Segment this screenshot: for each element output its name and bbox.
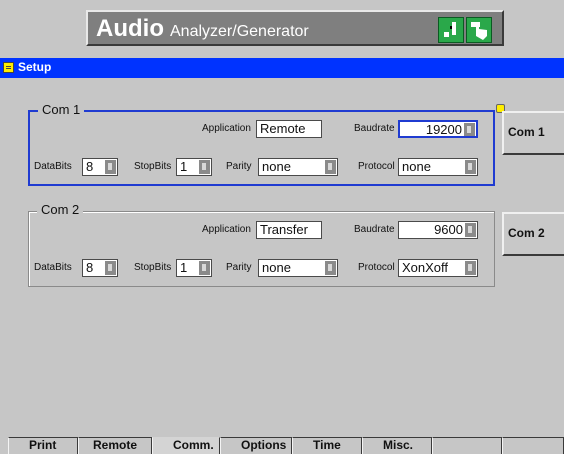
spin-icon[interactable]: [105, 160, 116, 174]
spin-icon[interactable]: [325, 160, 336, 174]
app-title-main: Audio: [96, 15, 164, 42]
com1-side-button[interactable]: Com 1: [502, 111, 564, 155]
com2-application-field[interactable]: Transfer: [256, 221, 322, 239]
com2-stopbits-value: 1: [180, 260, 188, 275]
spin-icon[interactable]: [105, 261, 116, 275]
com1-stopbits-value: 1: [180, 159, 188, 174]
com1-parity-field[interactable]: none: [258, 158, 338, 176]
com1-protocol-label: Protocol: [358, 161, 395, 172]
touch-hand-icon[interactable]: [466, 17, 492, 43]
com2-application-label: Application: [202, 224, 251, 235]
com1-databits-label: DataBits: [34, 161, 72, 172]
spin-icon[interactable]: [465, 261, 476, 275]
com2-parity-field[interactable]: none: [258, 259, 338, 277]
com2-baudrate-value: 9600: [434, 222, 463, 237]
spin-icon[interactable]: [325, 261, 336, 275]
tab-remote[interactable]: Remote: [78, 437, 152, 454]
com1-baudrate-field[interactable]: 19200: [398, 120, 478, 138]
tab-options[interactable]: Options: [220, 437, 292, 454]
tab-misc[interactable]: Misc.: [362, 437, 432, 454]
com1-baudrate-label: Baudrate: [354, 123, 395, 134]
setup-label: Setup: [18, 60, 52, 74]
setup-panel: Com 1 Application Remote Baudrate 19200 …: [8, 78, 505, 435]
com1-databits-value: 8: [86, 159, 94, 174]
com2-parity-label: Parity: [226, 262, 252, 273]
tab-time[interactable]: Time: [292, 437, 362, 454]
tab-print[interactable]: Print: [8, 437, 78, 454]
com1-stopbits-label: StopBits: [134, 161, 172, 172]
tab-empty-1[interactable]: [432, 437, 502, 454]
spin-icon[interactable]: [199, 160, 210, 174]
tab-empty-2[interactable]: [502, 437, 564, 454]
com2-legend: Com 2: [37, 202, 84, 217]
com2-protocol-value: XonXoff: [402, 260, 449, 275]
com1-stopbits-field[interactable]: 1: [176, 158, 212, 176]
com1-databits-field[interactable]: 8: [82, 158, 118, 176]
com2-baudrate-field[interactable]: 9600: [398, 221, 478, 239]
tab-comm[interactable]: Comm.: [152, 437, 220, 454]
com1-parity-label: Parity: [226, 161, 252, 172]
com2-protocol-label: Protocol: [358, 262, 395, 273]
app-title-box: Audio Analyzer/Generator: [86, 10, 504, 46]
com2-databits-field[interactable]: 8: [82, 259, 118, 277]
com2-side-button[interactable]: Com 2: [502, 212, 564, 256]
com2-parity-value: none: [262, 260, 291, 275]
instrument-icon[interactable]: [438, 17, 464, 43]
spin-icon[interactable]: [464, 123, 475, 136]
spin-icon[interactable]: [465, 160, 476, 174]
com1-protocol-field[interactable]: none: [398, 158, 478, 176]
com2-databits-label: DataBits: [34, 262, 72, 273]
com2-baudrate-label: Baudrate: [354, 224, 395, 235]
com1-group: Com 1 Application Remote Baudrate 19200 …: [28, 102, 505, 186]
com2-stopbits-label: StopBits: [134, 262, 172, 273]
spin-icon[interactable]: [465, 223, 476, 237]
setup-title-bar: Setup: [0, 58, 564, 78]
app-title-sub: Analyzer/Generator: [170, 23, 309, 40]
com1-application-label: Application: [202, 123, 251, 134]
menu-icon[interactable]: [3, 62, 14, 73]
com1-legend: Com 1: [38, 102, 85, 117]
com2-databits-value: 8: [86, 260, 94, 275]
com2-protocol-field[interactable]: XonXoff: [398, 259, 478, 277]
com1-baudrate-value: 19200: [425, 122, 462, 137]
com2-stopbits-field[interactable]: 1: [176, 259, 212, 277]
spin-icon[interactable]: [199, 261, 210, 275]
com1-application-field[interactable]: Remote: [256, 120, 322, 138]
com1-protocol-value: none: [402, 159, 431, 174]
com1-parity-value: none: [262, 159, 291, 174]
com2-group: Com 2 Application Transfer Baudrate 9600…: [28, 202, 495, 287]
top-bar: Audio Analyzer/Generator: [0, 0, 564, 58]
softkey-tab-bar: Print Remote Comm. Options Time Misc.: [8, 437, 564, 454]
